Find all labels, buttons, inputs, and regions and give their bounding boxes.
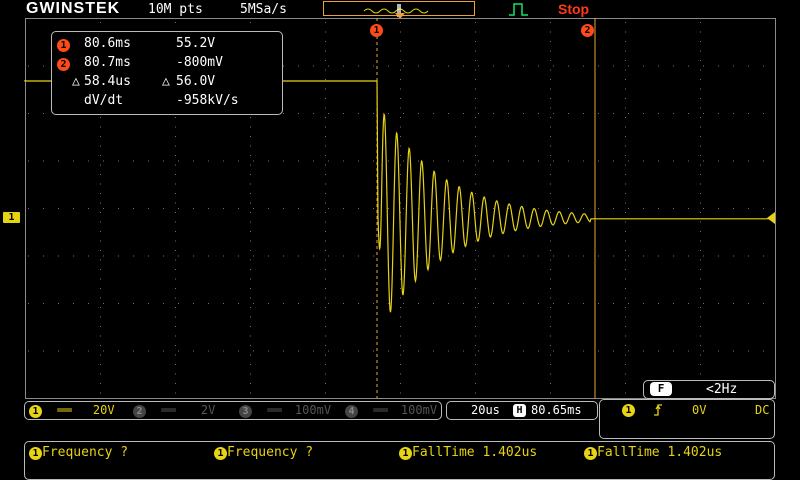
cursor-1-volt: 55.2V bbox=[176, 36, 216, 51]
ch3-scale: 100mV bbox=[294, 403, 332, 417]
trigger-level-marker-icon[interactable] bbox=[767, 212, 775, 224]
dvdt-value: -958kV/s bbox=[176, 93, 239, 108]
measurement-4[interactable]: 1 FallTime 1.402us bbox=[584, 445, 722, 460]
ch1-scale: 20V bbox=[92, 403, 115, 417]
measurement-1[interactable]: 1 Frequency ? bbox=[29, 445, 128, 460]
measurement-3-label: FallTime 1.402us bbox=[412, 445, 538, 460]
trigger-status-panel[interactable]: 1 0V DC bbox=[599, 399, 775, 439]
rising-edge-icon bbox=[654, 404, 662, 416]
trigger-coupling: DC bbox=[755, 403, 770, 417]
delta-volt: 56.0V bbox=[176, 74, 216, 89]
measurement-2-label: Frequency ? bbox=[227, 445, 314, 460]
delta-time: 58.4us bbox=[84, 74, 131, 89]
delta-volt-icon: △ bbox=[162, 74, 170, 89]
ch3-coupling-icon: ══ bbox=[267, 403, 282, 417]
measurement-3[interactable]: 1 FallTime 1.402us bbox=[399, 445, 537, 460]
ch1-coupling-icon: ══ bbox=[57, 403, 72, 417]
cursor-2-volt: -800mV bbox=[176, 55, 223, 70]
horizontal-position-icon: H bbox=[513, 404, 526, 417]
timebase-panel[interactable]: 20us H 80.65ms bbox=[446, 401, 598, 420]
ch3-status[interactable]: 3 ══ 100mV bbox=[239, 403, 331, 418]
trigger-mode-badge: F bbox=[650, 382, 672, 396]
measurement-bar: 1 Frequency ? 1 Frequency ? 1 FallTime 1.40… bbox=[24, 441, 775, 480]
trigger-frequency-panel[interactable]: F <2Hz bbox=[643, 380, 775, 399]
delta-time-icon: △ bbox=[72, 74, 80, 89]
trigger-frequency: <2Hz bbox=[706, 382, 738, 397]
horizontal-position: 80.65ms bbox=[531, 403, 582, 417]
ch2-status[interactable]: 2 ══ 2V bbox=[133, 403, 215, 418]
measurement-4-label: FallTime 1.402us bbox=[597, 445, 723, 460]
timebase-scale: 20us bbox=[471, 403, 500, 417]
trigger-level: 0V bbox=[692, 403, 707, 417]
cursor-1-time: 80.6ms bbox=[84, 36, 131, 51]
ch2-coupling-icon: ══ bbox=[161, 403, 176, 417]
trigger-source-icon: 1 bbox=[622, 404, 635, 417]
ch1-status[interactable]: 1 ══ 20V bbox=[29, 403, 115, 418]
ch4-status[interactable]: 4 ══ 100mV bbox=[345, 403, 437, 418]
ch4-coupling-icon: ══ bbox=[373, 403, 388, 417]
cursor-2-time: 80.7ms bbox=[84, 55, 131, 70]
measurement-2[interactable]: 1 Frequency ? bbox=[214, 445, 313, 460]
dvdt-label: dV/dt bbox=[84, 93, 124, 108]
cursor-1-marker[interactable]: 1 bbox=[370, 18, 383, 37]
ch4-scale: 100mV bbox=[400, 403, 438, 417]
cursor-2-marker[interactable]: 2 bbox=[581, 18, 594, 37]
cursor-2-icon: 2 bbox=[57, 58, 70, 71]
ch2-scale: 2V bbox=[200, 403, 216, 417]
ch1-ground-marker[interactable]: 1 bbox=[3, 212, 20, 223]
measurement-1-label: Frequency ? bbox=[42, 445, 129, 460]
cursor-readout-panel: 1 80.6ms 55.2V 2 80.7ms -800mV △ 58.4us … bbox=[51, 31, 283, 115]
channel-status-bar: 1 ══ 20V 2 ══ 2V 3 ══ 100mV 4 ══ 100mV bbox=[24, 401, 442, 420]
cursor-1-icon: 1 bbox=[57, 39, 70, 52]
